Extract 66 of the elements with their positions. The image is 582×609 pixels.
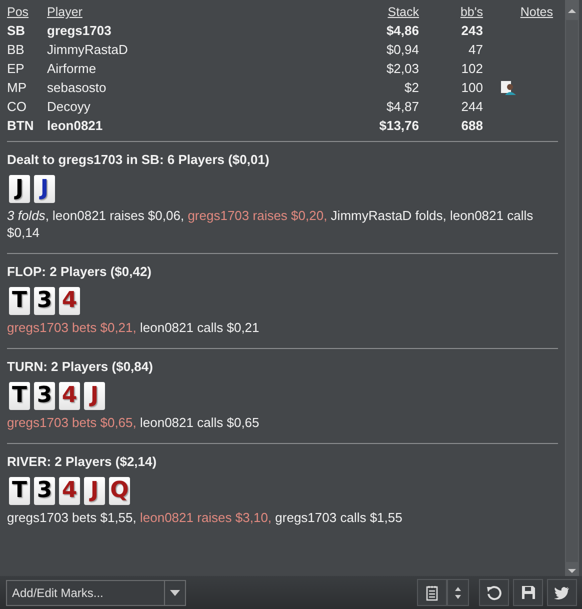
table-cell: 102	[461, 61, 483, 76]
table-cell: CO	[7, 99, 26, 114]
table-cell: $2,03	[386, 61, 419, 76]
table-cell: $2	[404, 80, 419, 95]
table-cell: Decoyy	[47, 99, 90, 114]
column-header[interactable]: Notes	[483, 4, 558, 21]
playing-card: T	[9, 287, 30, 315]
playing-card: Q	[109, 477, 130, 505]
table-cell: Airforme	[47, 61, 96, 76]
table-cell: MP	[7, 80, 26, 95]
table-cell: 688	[461, 118, 483, 133]
scroll-up-icon[interactable]	[566, 6, 578, 16]
notes-button[interactable]	[417, 579, 447, 606]
playing-card: J	[84, 382, 105, 410]
playing-card: J	[9, 175, 30, 203]
notepad-icon	[426, 584, 438, 600]
column-header[interactable]: Stack	[339, 4, 419, 21]
table-cell: 244	[461, 99, 483, 114]
column-header[interactable]: Pos	[7, 4, 47, 21]
refresh-button[interactable]	[479, 579, 509, 606]
table-cell: gregs1703	[47, 23, 112, 38]
column-header[interactable]: bb's	[419, 4, 483, 21]
marks-dropdown[interactable]: Add/Edit Marks...	[6, 580, 186, 606]
save-button[interactable]	[513, 579, 543, 606]
action-line: 3 folds, leon0821 raises $0,06, gregs1703 raises $0,20, JimmyRastaD folds, leon0821 calls $0,14	[7, 207, 534, 241]
playing-card: J	[34, 175, 55, 203]
scrollbar[interactable]	[565, 0, 579, 576]
table-cell: EP	[7, 61, 24, 76]
playing-card: T	[9, 477, 30, 505]
up-down-icon	[454, 584, 462, 600]
playing-card: T	[9, 382, 30, 410]
caret-icon	[170, 590, 180, 596]
table-cell: leon0821	[47, 118, 103, 133]
action-line: gregs1703 bets $0,21, leon0821 calls $0,21	[7, 319, 260, 336]
table-cell: JimmyRastaD	[47, 42, 128, 57]
table-cell: $0,94	[386, 42, 419, 57]
note-icon[interactable]	[501, 80, 517, 94]
action-line: gregs1703 bets $0,65, leon0821 calls $0,65	[7, 414, 260, 431]
bird-button[interactable]	[547, 579, 577, 606]
playing-card: 4	[59, 287, 80, 315]
playing-card: 4	[59, 477, 80, 505]
street-heading: TURN: 2 Players ($0,84)	[7, 359, 154, 374]
table-cell: SB	[7, 23, 26, 38]
street-heading: FLOP: 2 Players ($0,42)	[7, 264, 153, 279]
playing-card: J	[84, 477, 105, 505]
bird-icon	[554, 586, 570, 600]
table-cell: BB	[7, 42, 24, 57]
sort-button[interactable]	[447, 579, 469, 606]
column-header[interactable]: Player	[47, 4, 339, 21]
save-icon	[520, 585, 536, 600]
refresh-icon	[486, 584, 502, 600]
playing-card: 3	[34, 382, 55, 410]
table-cell: $4,87	[386, 99, 419, 114]
street-heading: RIVER: 2 Players ($2,14)	[7, 454, 158, 469]
table-cell: 47	[468, 42, 483, 57]
table-cell: 243	[461, 23, 483, 38]
action-line: gregs1703 bets $1,55, leon0821 raises $3,10, gregs1703 calls $1,55	[7, 509, 404, 526]
table-cell: $4,86	[386, 23, 419, 38]
playing-card: 3	[34, 477, 55, 505]
street-heading: Dealt to gregs1703 in SB: 6 Players ($0,01)	[7, 152, 270, 167]
table-cell: BTN	[7, 118, 34, 133]
table-cell: $13,76	[379, 118, 419, 133]
table-cell: sebasosto	[47, 80, 106, 95]
table-cell: 100	[461, 80, 483, 95]
playing-card: 3	[34, 287, 55, 315]
playing-card: 4	[59, 382, 80, 410]
